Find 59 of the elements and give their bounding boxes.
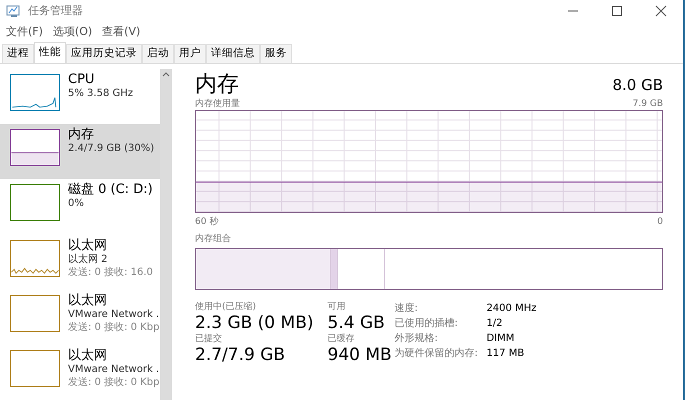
stat-value: 5.4 GB	[328, 313, 386, 333]
total-memory: 8.0 GB	[612, 74, 663, 96]
sidebar-item[interactable]: 内存 2.4/7.9 GB (30%)	[0, 124, 160, 180]
sidebar-item[interactable]: CPU 5% 3.58 GHz	[0, 69, 160, 124]
stat-value: 2.3 GB (0 MB)	[195, 313, 314, 333]
item-title: 磁盘 0 (C: D:)	[68, 182, 153, 198]
stat-value: 940 MB	[328, 345, 392, 365]
graph-label: 内存使用量	[195, 98, 240, 110]
detail-label: 外形规格:	[394, 332, 439, 346]
item-title: 内存	[68, 127, 95, 142]
menu-item[interactable]: 文件(F)	[6, 24, 43, 40]
tab[interactable]: 进程	[2, 44, 34, 63]
stat-label: 使用中(已压缩)	[195, 301, 258, 313]
detail-value: 1/2	[486, 317, 504, 331]
detail-value: DIMM	[486, 332, 516, 346]
app-icon	[6, 4, 22, 18]
time-axis-end: 0	[657, 216, 663, 228]
item-detail: VMware Network .	[68, 362, 160, 376]
detail-value: 2400 MHz	[486, 302, 536, 316]
item-detail: VMware Network .	[68, 308, 160, 321]
sidebar-item[interactable]: 以太网 VMware Network . 发送: 0 接收: 0 Kbp	[0, 344, 160, 400]
tab[interactable]: 性能	[34, 42, 66, 63]
tab[interactable]: 应用历史记录	[66, 44, 142, 63]
menu-item[interactable]: 选项(O)	[52, 24, 92, 40]
tab[interactable]: 用户	[174, 44, 206, 63]
stat-label: 可用	[328, 301, 346, 313]
menu-item[interactable]: 查看(V)	[102, 24, 140, 40]
stat-label: 已缓存	[328, 333, 356, 345]
sidebar-item[interactable]: 以太网 VMware Network . 发送: 0 接收: 0 Kbp	[0, 290, 160, 345]
tab[interactable]: 启动	[142, 44, 174, 63]
item-title: 以太网	[68, 292, 108, 308]
item-title: 以太网	[68, 238, 108, 253]
tab[interactable]: 服务	[260, 44, 292, 63]
stat-label: 已提交	[195, 333, 223, 345]
panel-title: 内存	[195, 72, 239, 98]
detail-label: 已使用的插槽:	[394, 316, 459, 331]
item-title: 以太网	[68, 348, 108, 363]
item-detail: 以太网 2	[68, 252, 109, 266]
stat-value: 2.7/7.9 GB	[195, 345, 286, 365]
scrollbar[interactable]	[160, 69, 172, 400]
item-detail: 5% 3.58 GHz	[68, 87, 134, 100]
close-icon	[654, 5, 668, 17]
item-detail: 2.4/7.9 GB (30%)	[68, 142, 154, 156]
detail-label: 为硬件保留的内存:	[394, 346, 479, 361]
item-detail: 发送: 0 接收: 0 Kbp	[68, 320, 160, 334]
item-detail: 发送: 0 接收: 0 Kbp	[68, 376, 160, 389]
detail-label: 速度:	[394, 302, 419, 316]
window-title: 任务管理器	[28, 2, 83, 19]
maximize-icon	[610, 5, 624, 17]
tab[interactable]: 详细信息	[206, 44, 260, 63]
detail-value: 117 MB	[486, 347, 526, 361]
graph-max: 7.9 GB	[632, 98, 663, 110]
sidebar-item[interactable]: 以太网 以太网 2 发送: 0 接收: 16.0	[0, 234, 160, 290]
sidebar-item[interactable]: 磁盘 0 (C: D:) 0%	[0, 179, 160, 235]
item-title: CPU	[68, 72, 96, 87]
composition-label: 内存组合	[195, 233, 232, 246]
item-detail: 发送: 0 接收: 16.0	[68, 266, 153, 279]
time-axis-start: 60 秒	[195, 216, 218, 228]
item-detail: 0%	[68, 197, 85, 210]
